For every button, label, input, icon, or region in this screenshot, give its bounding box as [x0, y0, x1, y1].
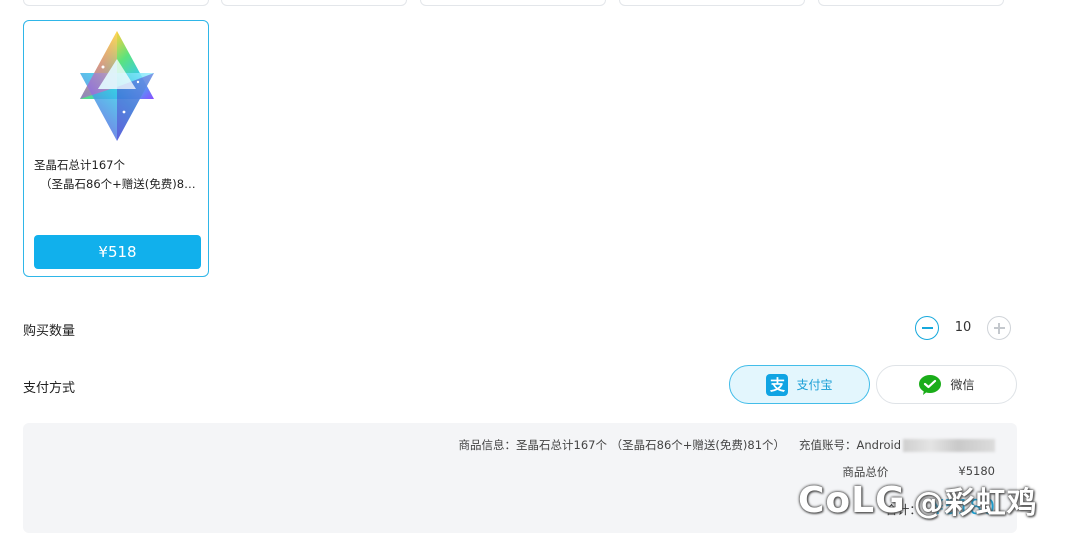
watermark-logo: CoLG — [798, 479, 906, 521]
account-value: Android — [856, 438, 901, 452]
product-name-line1: 圣晶石总计167个 — [34, 158, 125, 172]
quantity-stepper: 10 — [915, 315, 1015, 341]
account-label: 充值账号： — [799, 438, 857, 452]
wechat-icon — [918, 374, 942, 396]
page: 圣晶石总计167个 （圣晶石86个+赠送(免费)81... ¥518 购买数量 … — [0, 0, 1080, 542]
product-info-value: 圣晶石总计167个 （圣晶石86个+赠送(免费)81个） — [516, 438, 786, 452]
alipay-label: 支付宝 — [796, 378, 833, 392]
alipay-button[interactable]: 支 支付宝 — [729, 365, 870, 404]
product-card-selected[interactable]: 圣晶石总计167个 （圣晶石86个+赠送(免费)81... ¥518 — [23, 20, 209, 277]
product-card-top-4[interactable] — [619, 0, 805, 6]
product-card-top-1[interactable] — [23, 0, 209, 6]
saint-quartz-icon — [58, 27, 176, 145]
price-button[interactable]: ¥518 — [34, 235, 201, 269]
account-redacted — [903, 439, 995, 452]
wechat-label: 微信 — [950, 378, 975, 392]
watermark: CoLG @彩虹鸡 — [798, 478, 1038, 522]
quantity-label: 购买数量 — [23, 324, 76, 339]
product-name-line2: （圣晶石86个+赠送(免费)81... — [40, 177, 202, 191]
product-card-top-3[interactable] — [420, 0, 606, 6]
product-name: 圣晶石总计167个 （圣晶石86个+赠送(免费)81... — [34, 156, 202, 194]
plus-icon[interactable] — [987, 316, 1011, 340]
order-info-line: 商品信息：圣晶石总计167个 （圣晶石86个+赠送(免费)81个） 充值账号：A… — [459, 437, 995, 453]
product-card-top-2[interactable] — [221, 0, 407, 6]
product-card-top-5[interactable] — [818, 0, 1004, 6]
account-info: 充值账号：Android — [799, 437, 995, 453]
minus-icon[interactable] — [915, 316, 939, 340]
wechat-pay-button[interactable]: 微信 — [876, 365, 1017, 404]
watermark-text: @彩虹鸡 — [913, 486, 1038, 521]
product-info-label: 商品信息： — [458, 438, 517, 452]
payment-label: 支付方式 — [23, 381, 76, 396]
alipay-icon: 支 — [766, 373, 789, 396]
quantity-value[interactable]: 10 — [949, 320, 977, 335]
product-info: 商品信息：圣晶石总计167个 （圣晶石86个+赠送(免费)81个） — [459, 437, 785, 453]
